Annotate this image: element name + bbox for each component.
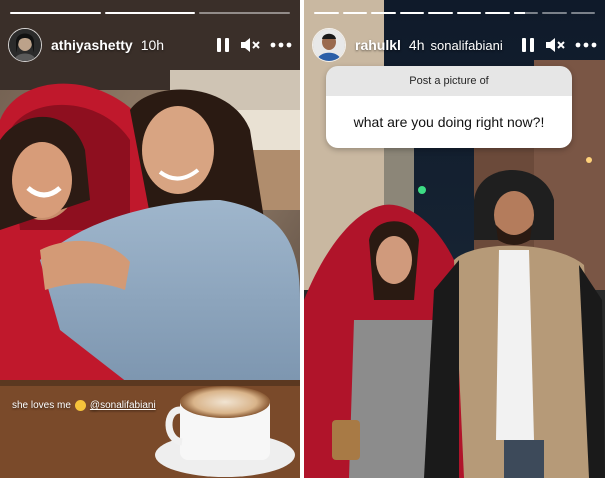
progress-segment xyxy=(199,12,291,14)
progress-segment xyxy=(485,12,510,14)
progress-fill xyxy=(342,12,367,14)
pause-icon[interactable] xyxy=(521,37,535,53)
muted-speaker-icon[interactable] xyxy=(545,37,565,53)
progress-fill xyxy=(456,12,481,14)
question-text: what are you doing right now?! xyxy=(326,96,572,148)
pause-icon[interactable] xyxy=(216,37,230,53)
progress-segment xyxy=(456,12,481,14)
more-icon[interactable] xyxy=(575,42,597,48)
progress-segment xyxy=(513,12,538,14)
progress-fill xyxy=(513,12,525,14)
story-left[interactable]: athiyashetty 10h she loves me @sonalifab… xyxy=(0,0,300,478)
progress-bar xyxy=(10,12,291,14)
progress-segment xyxy=(10,12,101,14)
progress-fill xyxy=(399,12,424,14)
more-icon[interactable] xyxy=(270,42,292,48)
progress-segment xyxy=(542,12,567,14)
question-label: Post a picture of xyxy=(326,66,572,96)
story-caption: she loves me @sonalifabiani xyxy=(12,400,156,411)
progress-fill xyxy=(485,12,510,14)
avatar[interactable] xyxy=(8,28,42,62)
progress-fill xyxy=(314,12,339,14)
progress-segment xyxy=(428,12,453,14)
progress-segment xyxy=(104,12,196,14)
question-sticker[interactable]: Post a picture of what are you doing rig… xyxy=(326,66,572,148)
username[interactable]: rahulkl xyxy=(355,37,401,53)
mention-tag[interactable]: sonalifabiani xyxy=(430,38,502,53)
timestamp: 4h xyxy=(408,37,425,53)
muted-speaker-icon[interactable] xyxy=(240,37,260,53)
caption-mention[interactable]: @sonalifabiani xyxy=(90,400,156,411)
progress-segment xyxy=(570,12,595,14)
progress-fill xyxy=(428,12,453,14)
caption-text: she loves me xyxy=(12,400,71,411)
avatar-image xyxy=(9,29,41,61)
progress-segment xyxy=(342,12,367,14)
progress-fill xyxy=(371,12,396,14)
avatar-image xyxy=(313,29,345,61)
story-header: rahulkl 4h sonalifabiani xyxy=(312,28,597,62)
avatar[interactable] xyxy=(312,28,346,62)
story-right[interactable]: rahulkl 4h sonalifabiani Post a picture … xyxy=(304,0,605,478)
hugging-face-emoji-icon xyxy=(74,400,86,411)
progress-segment xyxy=(314,12,339,14)
progress-bar xyxy=(314,12,595,14)
progress-fill xyxy=(104,12,196,14)
progress-fill xyxy=(10,12,101,14)
timestamp: 10h xyxy=(140,37,165,53)
story-header: athiyashetty 10h xyxy=(8,28,292,62)
progress-segment xyxy=(399,12,424,14)
progress-segment xyxy=(371,12,396,14)
username[interactable]: athiyashetty xyxy=(51,37,133,53)
